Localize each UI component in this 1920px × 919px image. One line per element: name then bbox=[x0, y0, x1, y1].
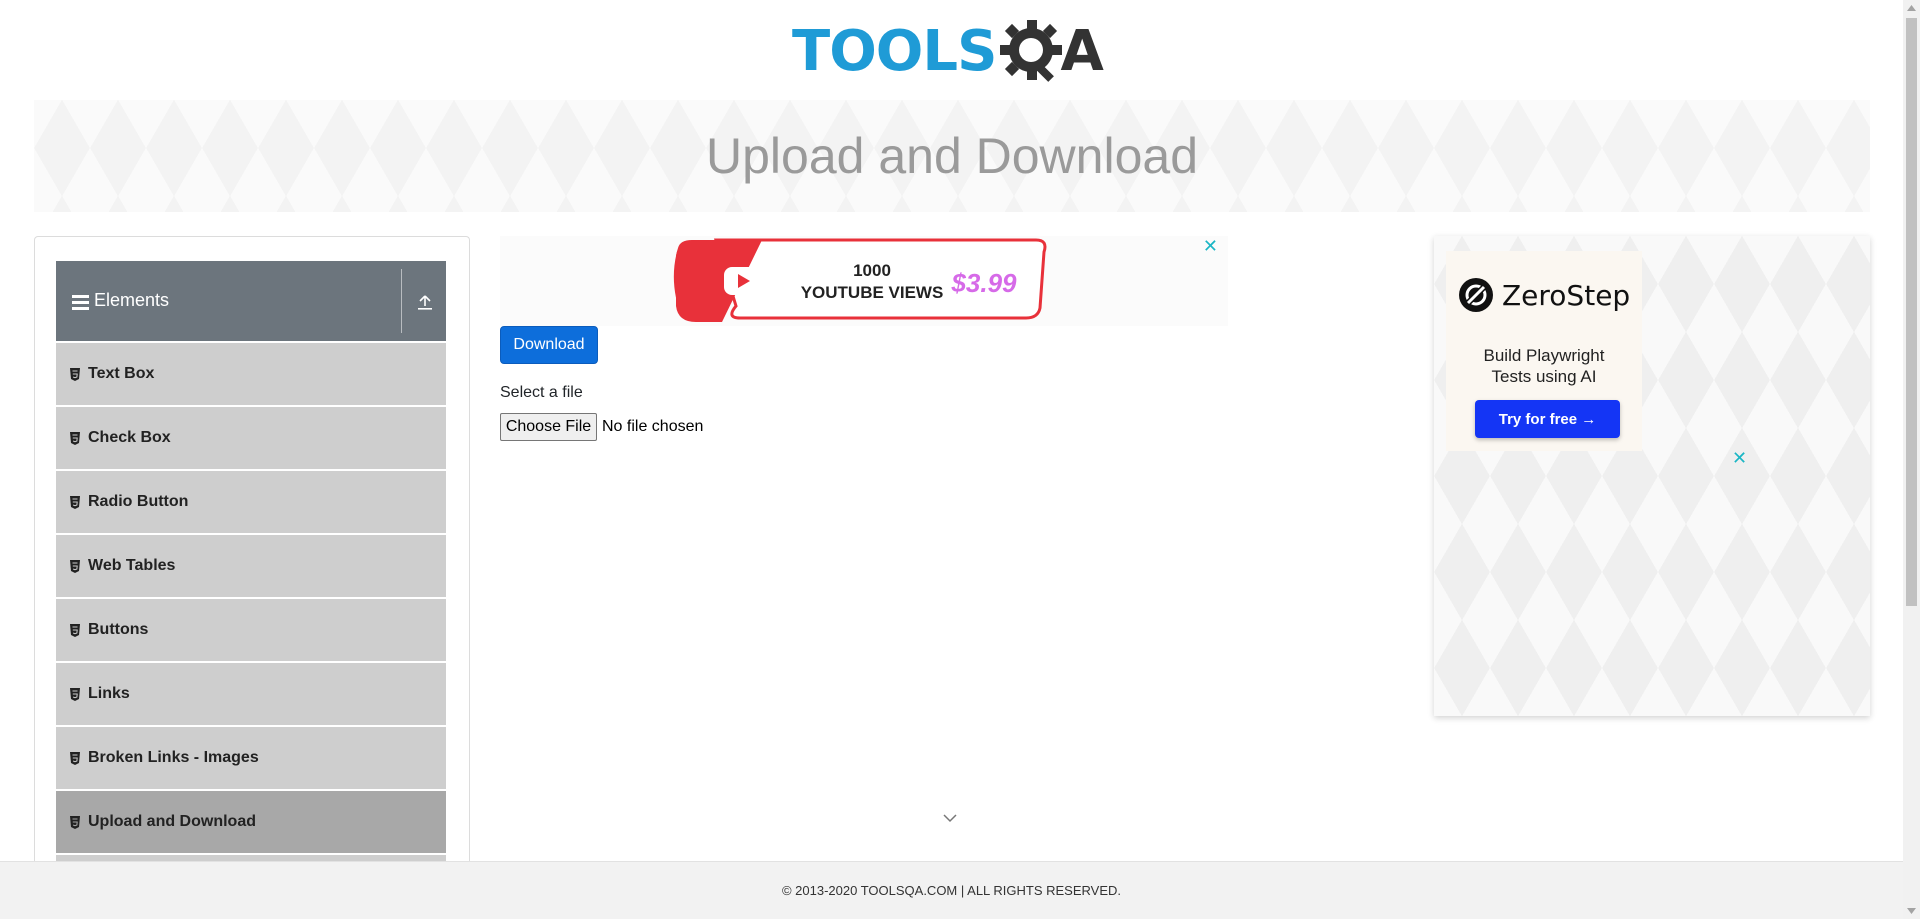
elements-group-header[interactable]: Elements bbox=[56, 261, 446, 341]
sidebar-item-web-tables[interactable]: Web Tables bbox=[56, 535, 446, 597]
sidebar: Elements Text Box Check Box Radio Button… bbox=[34, 236, 470, 876]
sidebar-item-label: Broken Links - Images bbox=[88, 749, 259, 766]
ad-close-icon[interactable]: ✕ bbox=[1203, 236, 1218, 257]
zerostep-logo-icon bbox=[1459, 278, 1493, 312]
scrollbar-thumb[interactable] bbox=[1906, 18, 1917, 606]
html5-icon bbox=[70, 751, 80, 765]
download-button[interactable]: Download bbox=[500, 326, 598, 364]
html5-icon bbox=[70, 559, 80, 573]
gear-magnifier-icon bbox=[1000, 20, 1063, 82]
zerostep-ad[interactable]: ZeroStep Build Playwright Tests using AI… bbox=[1434, 236, 1870, 716]
zerostep-ad-card[interactable]: ZeroStep Build Playwright Tests using AI… bbox=[1446, 251, 1642, 451]
sidebar-item-upload-and-download[interactable]: Upload and Download bbox=[56, 791, 446, 853]
zerostep-name: ZeroStep bbox=[1502, 278, 1631, 312]
sidebar-item-broken-links-images[interactable]: Broken Links - Images bbox=[56, 727, 446, 789]
copyright-text: © 2013-2020 TOOLSQA.COM | ALL RIGHTS RES… bbox=[781, 883, 1122, 898]
sidebar-item-label: Check Box bbox=[88, 429, 171, 446]
page-scrollbar[interactable] bbox=[1903, 0, 1920, 919]
file-status-text: No file chosen bbox=[602, 418, 704, 435]
ad-close-icon[interactable]: ✕ bbox=[1732, 448, 1747, 469]
page-footer: © 2013-2020 TOOLSQA.COM | ALL RIGHTS RES… bbox=[0, 861, 1903, 919]
select-file-label: Select a file bbox=[500, 384, 583, 401]
try-for-free-button[interactable]: Try for free → bbox=[1475, 400, 1620, 438]
zerostep-tagline: Build Playwright Tests using AI bbox=[1446, 345, 1642, 387]
sidebar-item-label: Buttons bbox=[88, 621, 149, 638]
logo-text-tools: TOOLS bbox=[792, 19, 997, 84]
sidebar-item-label: Text Box bbox=[88, 365, 155, 382]
chevron-down-icon[interactable] bbox=[942, 812, 958, 824]
sidebar-item-label: Links bbox=[88, 685, 130, 702]
html5-icon bbox=[70, 495, 80, 509]
toolsqa-logo[interactable]: TOOLS A bbox=[792, 14, 1104, 90]
sidebar-item-buttons[interactable]: Buttons bbox=[56, 599, 446, 661]
youtube-ad-graphic: 1000 YOUTUBE VIEWS $3.99 bbox=[673, 238, 1047, 322]
scroll-up-arrow-icon[interactable] bbox=[1907, 5, 1916, 11]
hamburger-icon bbox=[72, 295, 89, 310]
html5-icon bbox=[70, 367, 80, 381]
collapse-arrow-icon[interactable] bbox=[416, 293, 434, 311]
logo-text-a: A bbox=[1060, 19, 1104, 84]
page-banner: Upload and Download bbox=[34, 100, 1870, 212]
sidebar-item-check-box[interactable]: Check Box bbox=[56, 407, 446, 469]
sidebar-item-label: Radio Button bbox=[88, 493, 189, 510]
ad-headline-2: YOUTUBE VIEWS bbox=[801, 283, 944, 302]
group-title: Elements bbox=[94, 290, 170, 310]
choose-file-button[interactable]: Choose File bbox=[500, 413, 597, 441]
elements-menu: Text Box Check Box Radio Button Web Tabl… bbox=[56, 343, 446, 867]
sidebar-item-label: Web Tables bbox=[88, 557, 176, 574]
html5-icon bbox=[70, 431, 80, 445]
sidebar-item-radio-button[interactable]: Radio Button bbox=[56, 471, 446, 533]
page-title: Upload and Download bbox=[705, 128, 1199, 184]
sidebar-item-links[interactable]: Links bbox=[56, 663, 446, 725]
header-divider bbox=[401, 269, 402, 333]
html5-icon bbox=[70, 687, 80, 701]
tagline-line-1: Build Playwright bbox=[1483, 346, 1605, 365]
tagline-line-2: Tests using AI bbox=[1491, 367, 1597, 386]
sidebar-item-label: Upload and Download bbox=[88, 813, 256, 830]
file-upload-input[interactable]: Choose File No file chosen bbox=[500, 413, 703, 441]
youtube-views-ad[interactable]: 1000 YOUTUBE VIEWS $3.99 ✕ bbox=[500, 236, 1228, 326]
ad-headline-1: 1000 bbox=[853, 261, 891, 280]
zerostep-brand: ZeroStep bbox=[1458, 277, 1630, 313]
html5-icon bbox=[70, 815, 80, 829]
ad-price: $3.99 bbox=[950, 268, 1017, 298]
scroll-down-arrow-icon[interactable] bbox=[1907, 908, 1916, 914]
sidebar-item-text-box[interactable]: Text Box bbox=[56, 343, 446, 405]
html5-icon bbox=[70, 623, 80, 637]
